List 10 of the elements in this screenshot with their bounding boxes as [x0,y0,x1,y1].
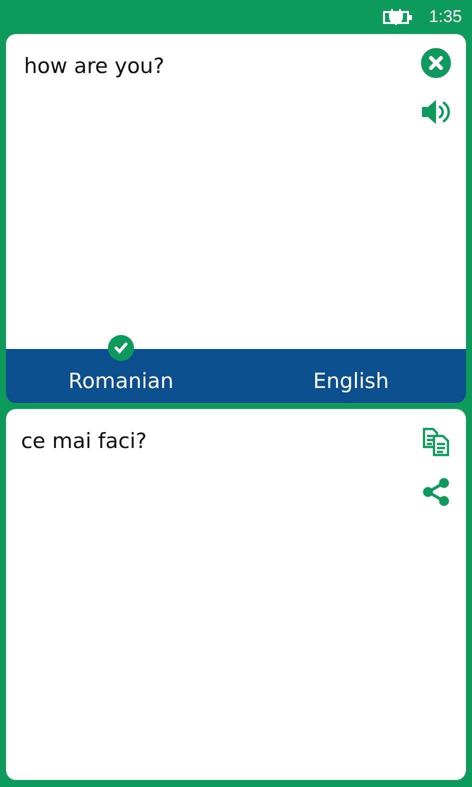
battery-charging-icon [382,9,413,25]
clear-button[interactable] [421,48,451,78]
language-tab[interactable]: Romanian [6,349,236,403]
share-button[interactable] [421,477,451,507]
copy-button[interactable] [421,427,451,457]
speaker-button[interactable] [420,98,452,126]
clock-time: 1:35 [428,7,462,27]
translation-text: ce mai faci? [21,428,148,455]
source-text-field[interactable]: how are you? [6,34,416,349]
language-tab[interactable]: English [236,349,466,403]
